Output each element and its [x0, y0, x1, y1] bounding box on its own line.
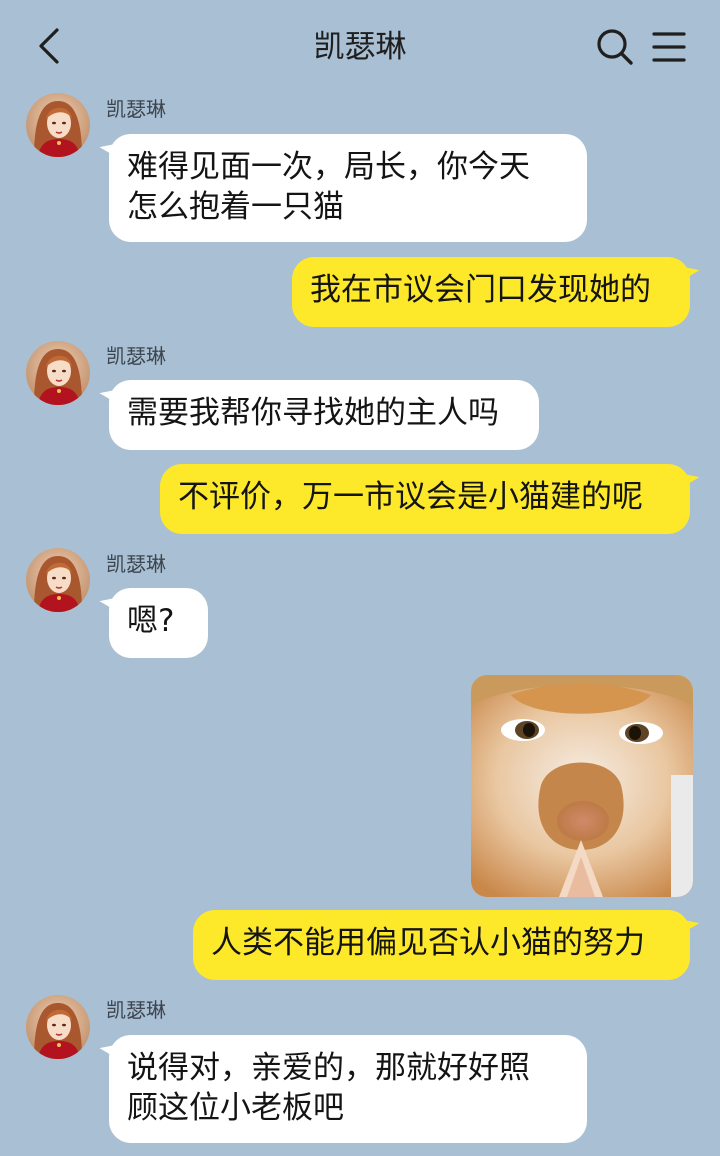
sender-name: 凯瑟琳 [106, 552, 166, 576]
sender-name: 凯瑟琳 [106, 344, 166, 368]
message-line: 难得见面一次，局长，你今天 [127, 149, 530, 185]
message-bubble-outgoing[interactable]: 我在市议会门口发现她的 [292, 257, 690, 327]
contact-avatar[interactable] [26, 341, 90, 405]
message-bubble-incoming[interactable]: 嗯? [109, 588, 208, 658]
chat-header: 凯瑟琳 [0, 0, 720, 92]
cat-photo-message[interactable] [471, 675, 693, 897]
avatar-image [26, 93, 90, 157]
contact-avatar[interactable] [26, 548, 90, 612]
message-bubble-incoming[interactable]: 难得见面一次，局长，你今天 怎么抱着一只猫 [109, 134, 587, 242]
message-line: 顾这位小老板吧 [127, 1090, 344, 1126]
contact-avatar[interactable] [26, 93, 90, 157]
message-line: 怎么抱着一只猫 [127, 189, 344, 225]
hamburger-menu-icon [652, 32, 686, 62]
avatar-image [26, 548, 90, 612]
cat-photo-image [471, 675, 693, 897]
message-bubble-incoming[interactable]: 需要我帮你寻找她的主人吗 [109, 380, 539, 450]
message-line: 说得对，亲爱的，那就好好照 [127, 1050, 530, 1086]
contact-avatar[interactable] [26, 995, 90, 1059]
menu-button[interactable] [648, 26, 690, 68]
message-text: 嗯? [127, 603, 175, 639]
search-icon [597, 29, 633, 65]
message-text: 需要我帮你寻找她的主人吗 [127, 395, 499, 431]
message-bubble-outgoing[interactable]: 不评价，万一市议会是小猫建的呢 [160, 464, 690, 534]
avatar-image [26, 995, 90, 1059]
avatar-image [26, 341, 90, 405]
search-button[interactable] [594, 26, 636, 68]
sender-name: 凯瑟琳 [106, 97, 166, 121]
message-text: 人类不能用偏见否认小猫的努力 [211, 925, 645, 961]
message-bubble-incoming[interactable]: 说得对，亲爱的，那就好好照 顾这位小老板吧 [109, 1035, 587, 1143]
message-text: 不评价，万一市议会是小猫建的呢 [178, 479, 643, 515]
message-bubble-outgoing[interactable]: 人类不能用偏见否认小猫的努力 [193, 910, 690, 980]
sender-name: 凯瑟琳 [106, 998, 166, 1022]
message-text: 我在市议会门口发现她的 [310, 272, 651, 308]
